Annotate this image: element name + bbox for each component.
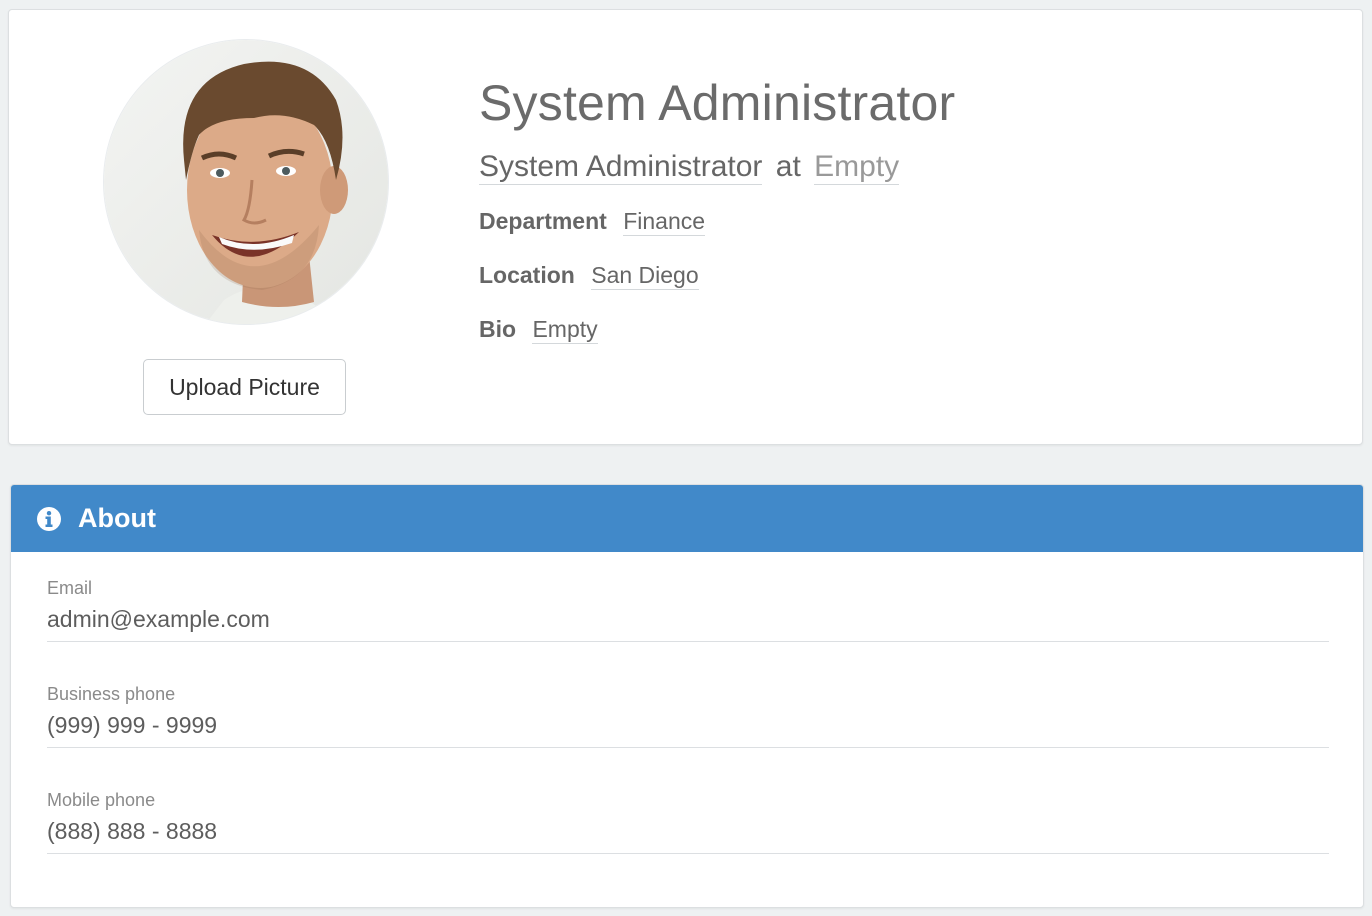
- business-phone-label: Business phone: [47, 684, 176, 704]
- profile-card: Upload Picture System Administrator Syst…: [8, 9, 1363, 445]
- mobile-phone-label: Mobile phone: [47, 790, 156, 810]
- avatar: [103, 39, 389, 325]
- location-field[interactable]: San Diego: [591, 262, 699, 290]
- business-phone-value[interactable]: (999) 999 - 9999: [47, 707, 1329, 747]
- location-row: Location San Diego: [479, 262, 699, 290]
- profile-name: System Administrator: [479, 75, 956, 131]
- about-panel: About Email admin@example.com Business p…: [10, 484, 1364, 908]
- bio-label: Bio: [479, 316, 517, 342]
- mobile-phone-value[interactable]: (888) 888 - 8888: [47, 813, 1329, 853]
- avatar-image: [104, 40, 388, 324]
- email-label: Email: [47, 578, 93, 598]
- department-row: Department Finance: [479, 208, 706, 236]
- department-field[interactable]: Finance: [623, 208, 706, 236]
- job-line: System Administrator at Empty: [479, 150, 900, 185]
- email-value[interactable]: admin@example.com: [47, 601, 1329, 641]
- info-icon: [36, 506, 62, 532]
- department-label: Department: [479, 208, 607, 234]
- at-label: at: [775, 150, 801, 183]
- business-phone-field: Business phone (999) 999 - 9999: [47, 681, 1329, 748]
- about-title: About: [78, 503, 156, 533]
- company-field[interactable]: Empty: [814, 150, 900, 185]
- bio-row: Bio Empty: [479, 316, 598, 344]
- location-label: Location: [479, 262, 575, 288]
- upload-picture-button[interactable]: Upload Picture: [143, 359, 346, 415]
- bio-field[interactable]: Empty: [532, 316, 598, 344]
- mobile-phone-field: Mobile phone (888) 888 - 8888: [47, 787, 1329, 854]
- about-header: About: [11, 485, 1363, 552]
- email-field: Email admin@example.com: [47, 575, 1329, 642]
- job-title-field[interactable]: System Administrator: [479, 150, 763, 185]
